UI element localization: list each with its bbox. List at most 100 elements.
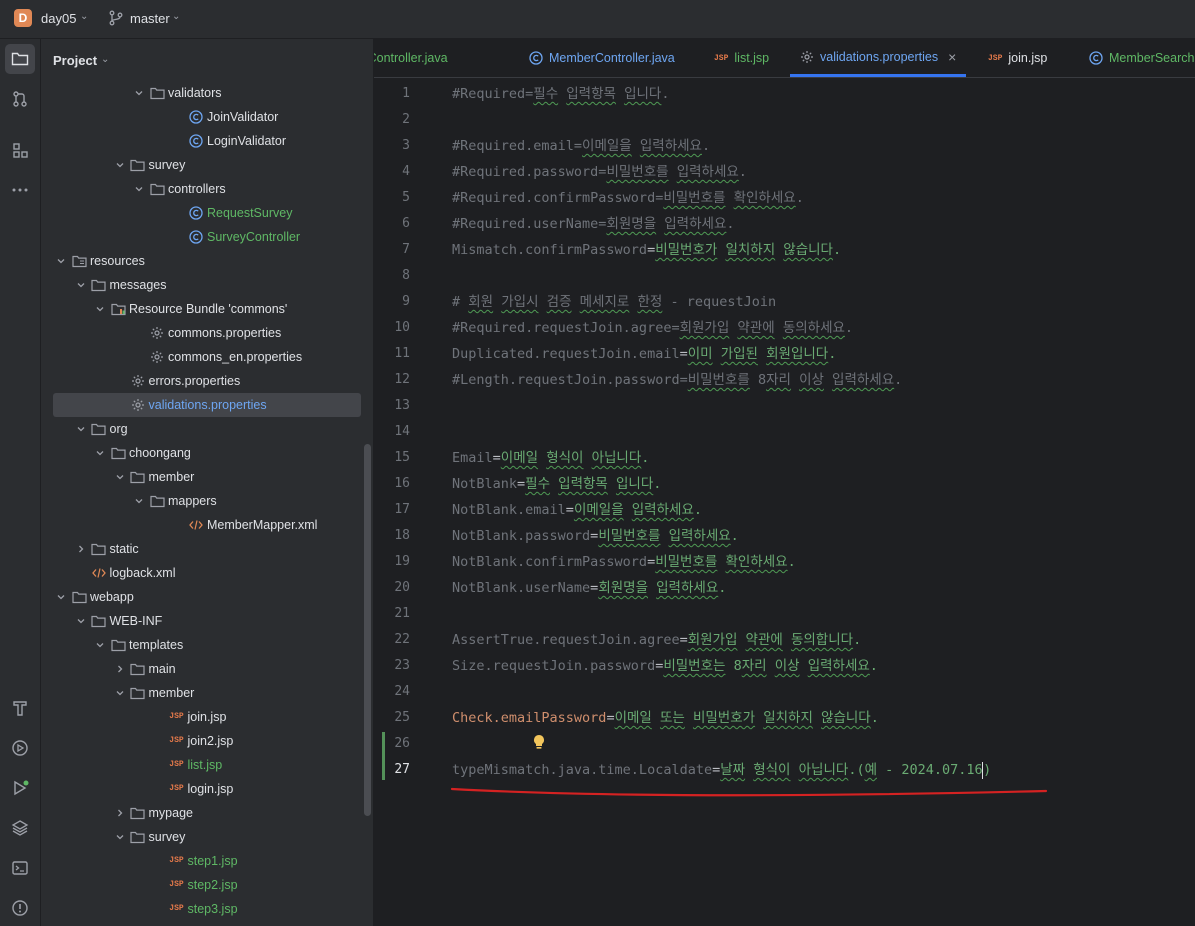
chevron-down-icon[interactable]: ⌄ [172, 11, 180, 22]
panel-title[interactable]: Project [53, 53, 97, 68]
tree-item[interactable]: validations.properties [53, 393, 361, 417]
code-line[interactable]: # 회원 가입시 검증 메세지로 한정 - requestJoin [452, 289, 776, 315]
tree-item[interactable]: mappers [53, 489, 361, 513]
editor-tab[interactable]: MemberController.java [519, 39, 685, 77]
code-line[interactable]: NotBlank.password=비밀번호를 입력하세요. [452, 523, 739, 549]
tree-item[interactable]: MemberMapper.xml [53, 513, 361, 537]
branch-icon[interactable] [108, 10, 124, 31]
code-line[interactable]: #Required.requestJoin.agree=회원가입 약관에 동의하… [452, 315, 853, 341]
tree-item[interactable]: WEB-INF [53, 609, 361, 633]
tree-item[interactable]: mypage [53, 801, 361, 825]
chevron-down-icon[interactable] [114, 681, 126, 705]
tree-scrollbar[interactable] [364, 444, 371, 816]
project-name[interactable]: day05 [41, 11, 76, 26]
tree-item[interactable]: validators [53, 81, 361, 105]
code-line[interactable]: typeMismatch.java.time.Localdate=날짜 형식이 … [452, 757, 991, 783]
chevron-right-icon[interactable] [114, 657, 126, 681]
services-icon[interactable] [5, 733, 35, 763]
chevron-down-icon[interactable] [75, 417, 87, 441]
code-line[interactable]: #Length.requestJoin.password=비밀번호를 8자리 이… [452, 367, 902, 393]
editor-tab[interactable]: JSP list.jsp [704, 39, 779, 77]
commit-icon[interactable] [5, 84, 35, 114]
chevron-down-icon[interactable] [133, 489, 145, 513]
code-line[interactable]: Check.emailPassword=이메일 또는 비밀번호가 일치하지 않습… [452, 705, 879, 731]
chevron-down-icon[interactable] [55, 249, 67, 273]
tree-item[interactable]: JSP join.jsp [53, 705, 361, 729]
chevron-down-icon[interactable]: ⌄ [101, 54, 109, 65]
tree-item[interactable]: choongang [53, 441, 361, 465]
code-line[interactable]: Duplicated.requestJoin.email=이미 가입된 회원입니… [452, 341, 836, 367]
chevron-down-icon[interactable] [75, 609, 87, 633]
folder-icon[interactable] [5, 44, 35, 74]
tree-item[interactable]: webapp [53, 585, 361, 609]
tree-item[interactable]: RequestSurvey [53, 201, 361, 225]
layers-icon[interactable] [5, 813, 35, 843]
editor-tab[interactable]: validations.properties × [790, 39, 967, 77]
chevron-down-icon[interactable] [133, 177, 145, 201]
tree-item[interactable]: member [53, 681, 361, 705]
structure-icon[interactable] [5, 135, 35, 165]
tree-item[interactable]: commons.properties [53, 321, 361, 345]
tree-item[interactable]: survey [53, 153, 361, 177]
tree-item[interactable]: errors.properties [53, 369, 361, 393]
tree-item[interactable]: templates [53, 633, 361, 657]
chevron-right-icon[interactable] [114, 801, 126, 825]
code-line[interactable]: #Required.email=이메일을 입력하세요. [452, 133, 710, 159]
tree-item[interactable]: JSP step1.jsp [53, 849, 361, 873]
editor-tab[interactable]: JSP join.jsp [978, 39, 1057, 77]
tree-item[interactable]: Resource Bundle 'commons' [53, 297, 361, 321]
tree-item[interactable]: JSP join2.jsp [53, 729, 361, 753]
problems-icon[interactable] [5, 893, 35, 923]
more-icon[interactable] [5, 175, 35, 205]
chevron-down-icon[interactable] [133, 81, 145, 105]
tree-item[interactable]: LoginValidator [53, 129, 361, 153]
tree-item[interactable]: commons_en.properties [53, 345, 361, 369]
tree-item[interactable]: SurveyController [53, 225, 361, 249]
tree-item[interactable]: survey [53, 825, 361, 849]
code-line[interactable]: NotBlank.confirmPassword=비밀번호를 확인하세요. [452, 549, 796, 575]
build-icon[interactable] [5, 693, 35, 723]
chevron-down-icon[interactable] [114, 153, 126, 177]
chevron-down-icon[interactable] [94, 633, 106, 657]
editor-tab[interactable]: rveyController.java [374, 39, 458, 77]
close-icon[interactable]: × [948, 49, 956, 65]
code-line[interactable]: #Required.userName=회원명을 입력하세요. [452, 211, 735, 237]
tree-item[interactable]: logback.xml [53, 561, 361, 585]
tree-item[interactable]: JoinValidator [53, 105, 361, 129]
code-line[interactable]: NotBlank.userName=회원명을 입력하세요. [452, 575, 726, 601]
tree-item[interactable]: messages [53, 273, 361, 297]
code-line[interactable]: #Required.password=비밀번호를 입력하세요. [452, 159, 747, 185]
tree-item[interactable]: main [53, 657, 361, 681]
tree-item[interactable]: static [53, 537, 361, 561]
project-badge[interactable]: D [14, 9, 32, 27]
code-line[interactable]: #Required.confirmPassword=비밀번호를 확인하세요. [452, 185, 804, 211]
chevron-right-icon[interactable] [75, 537, 87, 561]
chevron-down-icon[interactable] [114, 465, 126, 489]
code-line[interactable]: Email=이메일 형식이 아닙니다. [452, 445, 649, 471]
tree-item[interactable]: member [53, 465, 361, 489]
tree-item[interactable]: JSP login.jsp [53, 777, 361, 801]
chevron-down-icon[interactable] [94, 441, 106, 465]
tree-item[interactable]: JSP step3.jsp [53, 897, 361, 921]
run-icon[interactable] [5, 773, 35, 803]
code-line[interactable]: NotBlank.email=이메일을 입력하세요. [452, 497, 702, 523]
editor-tab[interactable]: MemberSearch.java [1079, 39, 1195, 77]
chevron-down-icon[interactable] [55, 585, 67, 609]
chevron-down-icon[interactable] [75, 273, 87, 297]
tree-item[interactable]: org [53, 417, 361, 441]
tree-item[interactable]: resources [53, 249, 361, 273]
chevron-down-icon[interactable]: ⌄ [80, 11, 88, 22]
chevron-down-icon[interactable] [114, 825, 126, 849]
chevron-down-icon[interactable] [94, 297, 106, 321]
code-line[interactable]: #Required=필수 입력항목 입니다. [452, 81, 670, 107]
terminal-icon[interactable] [5, 853, 35, 883]
code-line[interactable]: Mismatch.confirmPassword=비밀번호가 일치하지 않습니다… [452, 237, 841, 263]
code-line[interactable]: AssertTrue.requestJoin.agree=회원가입 약관에 동의… [452, 627, 861, 653]
tree-item[interactable]: controllers [53, 177, 361, 201]
code-line[interactable]: NotBlank=필수 입력항목 입니다. [452, 471, 661, 497]
tree-item[interactable]: JSP list.jsp [53, 753, 361, 777]
branch-name[interactable]: master [130, 11, 170, 26]
code-line[interactable]: Size.requestJoin.password=비밀번호는 8자리 이상 입… [452, 653, 878, 679]
lightbulb-icon[interactable] [532, 734, 546, 750]
tree-item[interactable]: JSP step2.jsp [53, 873, 361, 897]
